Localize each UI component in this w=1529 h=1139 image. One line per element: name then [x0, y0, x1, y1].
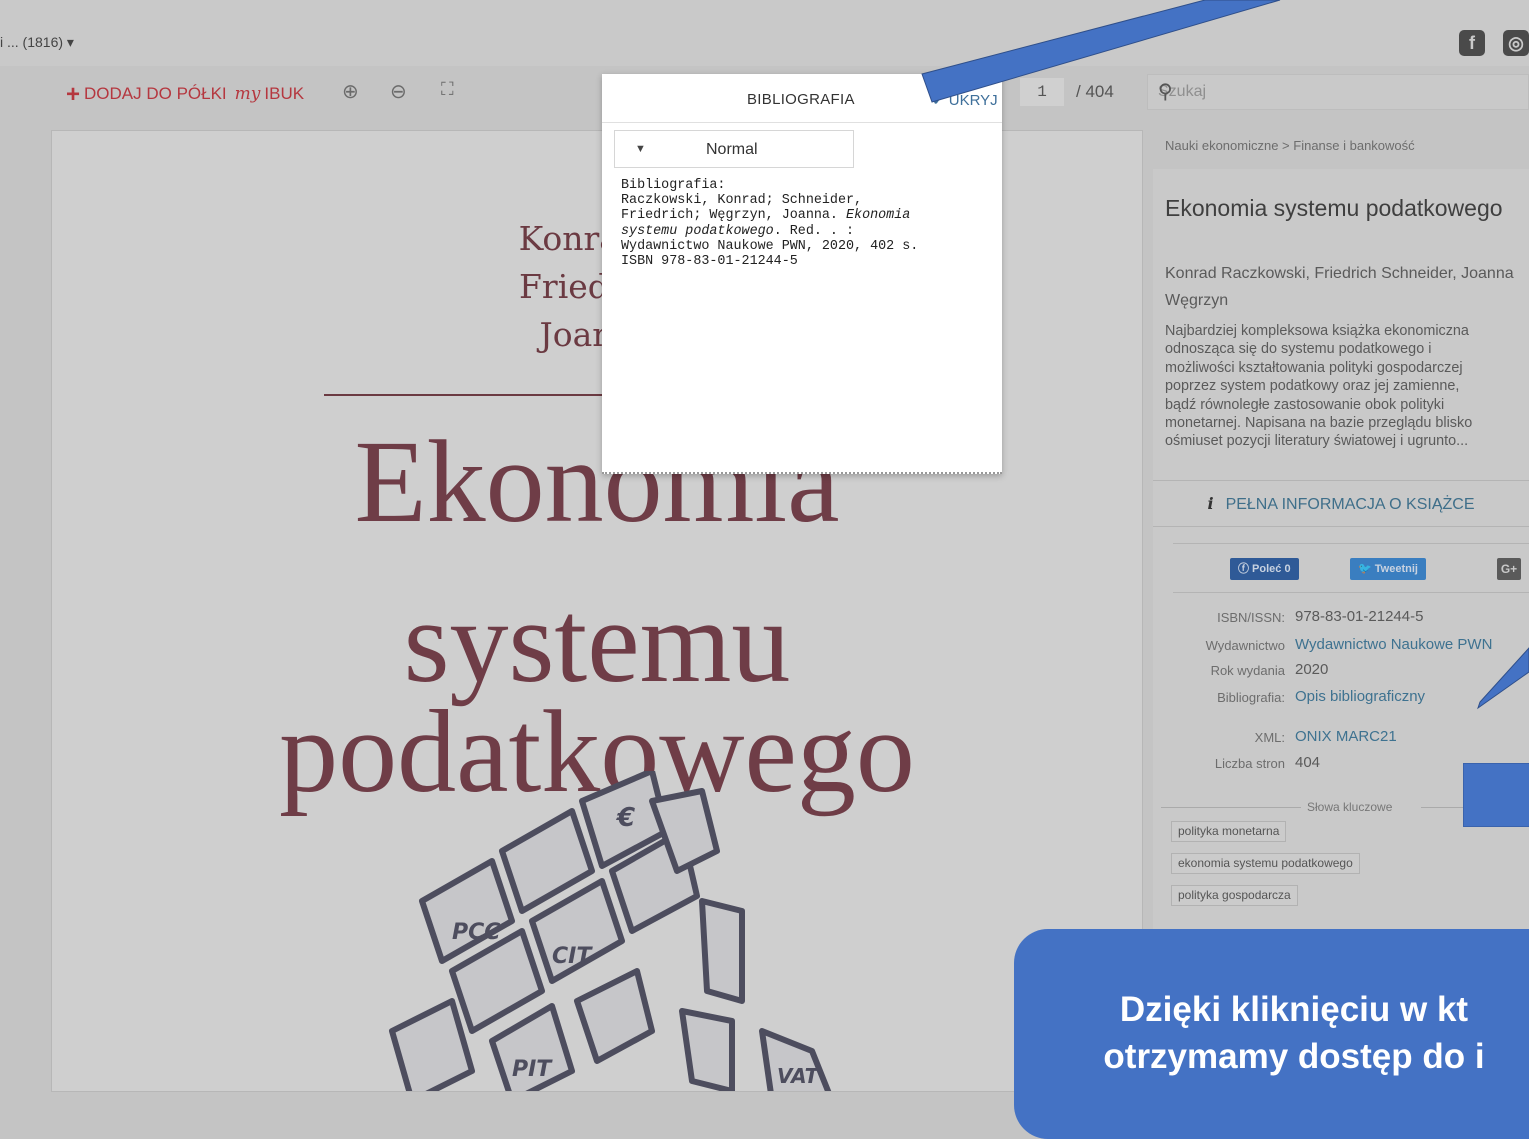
arrow-to-hide-button — [921, 0, 1281, 103]
callout-line-1: Dzięki kliknięciu w kt — [1119, 990, 1469, 1029]
arrow-to-bibliography-link — [1477, 647, 1529, 710]
annotation-box — [1463, 763, 1529, 827]
annotation-callout-text: Dzięki kliknięciu w kt otrzymamy dostęp … — [1014, 986, 1529, 1080]
callout-line-2: otrzymamy dostęp do i — [1103, 1037, 1485, 1076]
